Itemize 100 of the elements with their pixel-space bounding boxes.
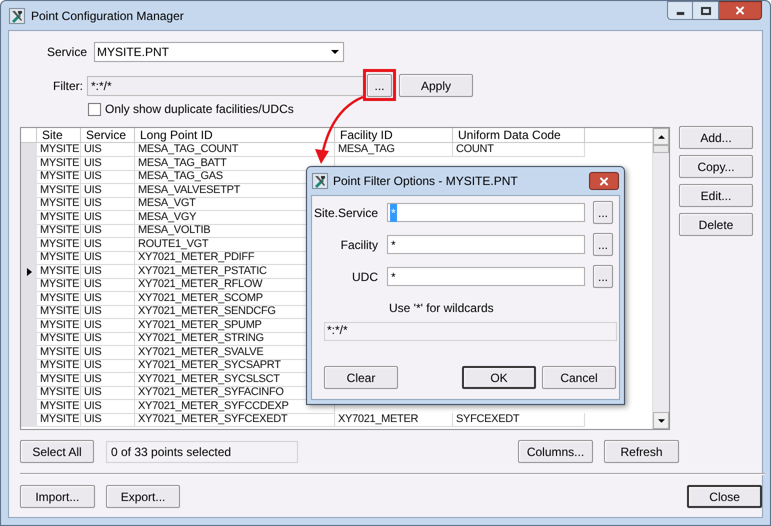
table-cell: MESA_TAG xyxy=(335,143,453,157)
table-cell: UIS xyxy=(81,170,135,184)
export-button[interactable]: Export... xyxy=(106,485,180,508)
field-label: Facility xyxy=(340,236,378,254)
maximize-button[interactable] xyxy=(693,1,719,20)
column-header[interactable]: Service xyxy=(81,128,135,143)
table-cell: XY7021_METER xyxy=(335,413,453,427)
browse-button[interactable]: ... xyxy=(593,265,613,288)
table-cell: UIS xyxy=(81,305,135,319)
status-field: 0 of 33 points selected xyxy=(106,440,298,462)
filter-label: Filter: xyxy=(52,78,83,94)
table-cell: UIS xyxy=(81,156,135,170)
side-button[interactable]: Copy... xyxy=(679,155,753,178)
table-cell: UIS xyxy=(81,210,135,224)
table-cell: MYSITE xyxy=(37,143,81,157)
browse-button[interactable]: ... xyxy=(367,74,392,97)
table-cell: UIS xyxy=(81,332,135,346)
table-cell: UIS xyxy=(81,184,135,198)
table-cell: UIS xyxy=(81,413,135,427)
table-cell: XY7021_METER_SYFCEXEDT xyxy=(135,413,335,427)
maximize-icon xyxy=(700,6,710,14)
table-cell: MYSITE xyxy=(37,292,81,306)
table-cell: UIS xyxy=(81,224,135,238)
close-button[interactable] xyxy=(589,172,619,190)
table-cell: UIS xyxy=(81,264,135,278)
table-cell: MYSITE xyxy=(37,386,81,400)
side-button[interactable]: Edit... xyxy=(679,184,753,207)
dropdown-arrow-icon xyxy=(331,50,339,54)
scrollbar[interactable] xyxy=(652,128,669,429)
table-cell: UIS xyxy=(81,346,135,360)
table-cell: COUNT xyxy=(453,143,585,157)
table-cell: MYSITE xyxy=(37,332,81,346)
service-label: Service xyxy=(46,44,87,60)
scroll-down-icon[interactable] xyxy=(658,418,664,422)
dialog-title: Point Filter Options - MYSITE.PNT xyxy=(333,173,518,190)
close-icon xyxy=(735,6,745,15)
table-cell: UIS xyxy=(81,386,135,400)
filter-preview: *:*/* xyxy=(324,322,617,341)
tools-icon xyxy=(312,173,328,189)
close-icon xyxy=(599,176,609,186)
table-cell: MYSITE xyxy=(37,251,81,265)
table-cell: SYFCEXEDT xyxy=(453,413,585,427)
table-cell: MYSITE xyxy=(37,224,81,238)
input-field[interactable]: * xyxy=(387,235,585,254)
clear-button[interactable]: Clear xyxy=(324,366,398,389)
minimize-icon xyxy=(676,12,684,15)
table-cell: MYSITE xyxy=(37,170,81,184)
table-cell: MYSITE xyxy=(37,413,81,427)
table-cell: MYSITE xyxy=(37,156,81,170)
table-cell: UIS xyxy=(81,400,135,414)
columns-button[interactable]: Columns... xyxy=(518,440,593,463)
checkbox-label: Only show duplicate facilities/UDCs xyxy=(105,101,294,118)
filter-field: *:*/* xyxy=(87,76,364,96)
table-cell: UIS xyxy=(81,359,135,373)
table-cell: MYSITE xyxy=(37,264,81,278)
table-cell: MYSITE xyxy=(37,184,81,198)
table-cell: UIS xyxy=(81,197,135,211)
current-row-icon xyxy=(26,268,32,276)
table-cell: MYSITE xyxy=(37,400,81,414)
side-button[interactable]: Add... xyxy=(679,126,753,149)
table-cell: MYSITE xyxy=(37,359,81,373)
duplicates-checkbox[interactable] xyxy=(88,102,101,116)
import-button[interactable]: Import... xyxy=(20,485,95,508)
table-cell: UIS xyxy=(81,143,135,157)
select-all-button[interactable]: Select All xyxy=(20,440,94,463)
table-cell: MYSITE xyxy=(37,210,81,224)
table-cell: MYSITE xyxy=(37,238,81,252)
table-cell: MYSITE xyxy=(37,318,81,332)
table-cell: MYSITE xyxy=(37,305,81,319)
ok-button[interactable]: OK xyxy=(462,366,536,389)
table-cell: UIS xyxy=(81,318,135,332)
table-cell: UIS xyxy=(81,278,135,292)
field-label: UDC xyxy=(351,268,378,286)
tools-icon xyxy=(9,8,25,24)
column-header[interactable]: Site xyxy=(37,128,81,143)
table-cell: MYSITE xyxy=(37,278,81,292)
refresh-button[interactable]: Refresh xyxy=(604,440,679,463)
table-cell: UIS xyxy=(81,292,135,306)
close-dialog-button[interactable]: Close xyxy=(687,485,762,508)
table-cell: UIS xyxy=(81,372,135,386)
table-cell: UIS xyxy=(81,238,135,252)
column-header[interactable]: Long Point ID xyxy=(135,128,335,143)
browse-button[interactable]: ... xyxy=(593,201,613,224)
table-cell: UIS xyxy=(81,251,135,265)
minimize-button[interactable] xyxy=(667,1,693,20)
cancel-button[interactable]: Cancel xyxy=(542,366,616,389)
scroll-thumb[interactable] xyxy=(653,145,669,153)
apply-button[interactable]: Apply xyxy=(399,74,473,97)
close-button[interactable] xyxy=(719,1,762,20)
window-title: Point Configuration Manager xyxy=(31,8,184,24)
side-button[interactable]: Delete xyxy=(679,213,753,236)
table-cell: MYSITE xyxy=(37,372,81,386)
column-header[interactable]: Uniform Data Code xyxy=(453,128,585,143)
scroll-up-icon[interactable] xyxy=(658,134,664,138)
hint-text: Use '*' for wildcards xyxy=(389,300,495,315)
browse-button[interactable]: ... xyxy=(593,233,613,256)
service-dropdown[interactable]: MYSITE.PNT xyxy=(94,42,344,62)
table-cell: MYSITE xyxy=(37,197,81,211)
column-header[interactable]: Facility ID xyxy=(335,128,453,143)
input-field[interactable]: * xyxy=(387,267,585,286)
